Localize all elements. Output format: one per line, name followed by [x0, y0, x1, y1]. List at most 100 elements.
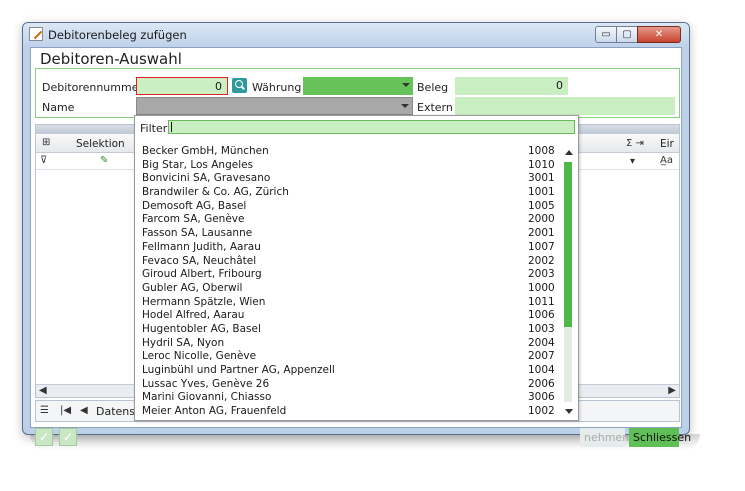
name-label: Name	[42, 101, 75, 114]
check-icon[interactable]: ✓	[35, 428, 53, 446]
customer-name: Meier Anton AG, Frauenfeld	[142, 405, 287, 418]
customer-number: 1008	[528, 145, 555, 157]
customer-name: Fellmann Judith, Aarau	[142, 240, 261, 253]
maximize-button[interactable]: ▢	[616, 26, 638, 43]
uebernehmen-button[interactable]: nehmen	[580, 428, 629, 447]
customer-number: 2001	[528, 227, 555, 240]
window-title: Debitorenbeleg zufügen	[48, 28, 187, 42]
customer-number: 3006	[528, 391, 555, 404]
customer-number: 1005	[528, 199, 555, 212]
edit-document-icon	[29, 27, 43, 41]
list-item[interactable]: Fellmann Judith, Aarau 1007	[135, 241, 563, 255]
column-header-selektion[interactable]: Selektion	[76, 138, 125, 150]
customer-name: Fevaco SA, Neuchâtel	[142, 254, 257, 267]
filter-dropdown-icon[interactable]: ▾	[630, 156, 635, 167]
vertical-scrollbar[interactable]	[563, 145, 577, 420]
customer-name: Hugentobler AG, Basel	[142, 322, 261, 335]
extern-field[interactable]	[455, 97, 675, 115]
scroll-left-icon[interactable]: ◀	[39, 385, 47, 396]
customer-name: Gubler AG, Oberwil	[142, 281, 243, 294]
list-item[interactable]: Big Star, Los Angeles 1010	[135, 159, 563, 173]
customer-number: 1006	[528, 309, 555, 322]
list-item[interactable]: Lussac Yves, Genève 26 2006	[135, 378, 563, 392]
text-filter-icon[interactable]: A̲a	[660, 155, 673, 166]
customer-name: Giroud Albert, Fribourg	[142, 268, 262, 281]
title-bar[interactable]: Debitorenbeleg zufügen ▭ ▢ ✕	[23, 23, 689, 47]
customer-number: 1011	[528, 295, 555, 308]
list-item[interactable]: Hugentobler AG, Basel 1003	[135, 323, 563, 337]
list-item[interactable]: Fasson SA, Lausanne 2001	[135, 227, 563, 241]
list-item[interactable]: Farcom SA, Genève 2000	[135, 213, 563, 227]
selection-form: Debitorennummer 0 Währung Beleg 0 Name E…	[35, 68, 680, 118]
customer-list: Becker GmbH, München 1008 Big Star, Los An…	[135, 145, 563, 420]
list-item[interactable]: Leroc Nicolle, Genève 2007	[135, 350, 563, 364]
customer-name: Big Star, Los Angeles	[142, 158, 254, 171]
list-item[interactable]: Gubler AG, Oberwil 1000	[135, 282, 563, 296]
name-dropdown-popup: Filter Becker GmbH, München 1008 Big Star,…	[134, 115, 579, 421]
customer-number: 1007	[528, 240, 555, 253]
list-item[interactable]: Hodel Alfred, Aarau 1006	[135, 309, 563, 323]
list-item[interactable]: Meier Anton AG, Frauenfeld 1002	[135, 405, 563, 419]
search-icon[interactable]	[232, 78, 247, 93]
list-item[interactable]: Demosoft AG, Basel 1005	[135, 200, 563, 214]
customer-number: 2006	[528, 377, 555, 390]
list-item[interactable]: Becker GmbH, München 1008	[135, 145, 563, 159]
customer-name: Marini Giovanni, Chiasso	[142, 391, 272, 404]
list-item[interactable]: Hermann Spätzle, Wien 1011	[135, 296, 563, 310]
column-chooser-icon[interactable]: ⊞	[42, 137, 50, 148]
customer-name: Hermann Spätzle, Wien	[142, 295, 266, 308]
list-item[interactable]: Brandwiler & Co. AG, Zürich 1001	[135, 186, 563, 200]
pencil-icon[interactable]: ✎	[100, 155, 108, 166]
check-all-icon[interactable]: ✓	[59, 428, 77, 446]
list-item[interactable]: Hydril SA, Nyon 2004	[135, 337, 563, 351]
text-cursor	[171, 122, 172, 132]
customer-number: 1003	[528, 322, 555, 335]
list-item[interactable]: Bonvicini SA, Gravesano 3001	[135, 172, 563, 186]
customer-name: Fasson SA, Lausanne	[142, 227, 253, 240]
filter-input[interactable]	[168, 120, 575, 134]
close-button[interactable]: ✕	[637, 26, 681, 43]
chevron-down-icon	[402, 83, 410, 87]
name-dropdown[interactable]	[136, 97, 413, 115]
list-item[interactable]: Luginbühl und Partner AG, Appenzell 1004	[135, 364, 563, 378]
customer-number: 2000	[528, 213, 555, 226]
waehrung-dropdown[interactable]	[303, 77, 413, 95]
customer-number: 1010	[528, 158, 555, 171]
customer-name: Farcom SA, Genève	[142, 213, 245, 226]
customer-name: Lussac Yves, Genève 26	[142, 377, 270, 390]
list-item[interactable]: Giroud Albert, Fribourg 2003	[135, 268, 563, 282]
customer-name: Hydril SA, Nyon	[142, 336, 225, 349]
scroll-down-icon[interactable]	[565, 409, 573, 414]
filter-icon[interactable]: ⊽	[40, 155, 47, 166]
extern-label: Extern	[417, 101, 453, 114]
schliessen-button[interactable]: Schliessen	[629, 428, 691, 447]
scroll-right-icon[interactable]: ▶	[668, 385, 676, 396]
customer-name: Brandwiler & Co. AG, Zürich	[142, 186, 289, 199]
beleg-label: Beleg	[417, 81, 449, 94]
list-item[interactable]: Marini Giovanni, Chiasso 3006	[135, 391, 563, 405]
first-record-icon[interactable]: |◀	[60, 405, 71, 416]
customer-number: 2007	[528, 350, 555, 363]
customer-number: 1002	[528, 405, 555, 418]
minimize-button[interactable]: ▭	[595, 26, 617, 43]
column-header-right[interactable]: Eir	[660, 138, 674, 150]
customer-number: 2004	[528, 336, 555, 349]
previous-record-icon[interactable]: ◀	[80, 405, 88, 416]
customer-name: Bonvicini SA, Gravesano	[142, 172, 271, 185]
customer-name: Hodel Alfred, Aarau	[142, 309, 245, 322]
scroll-up-icon[interactable]	[565, 150, 573, 155]
customer-number: 1001	[528, 186, 555, 199]
customer-name: Luginbühl und Partner AG, Appenzell	[142, 364, 335, 376]
sum-icon[interactable]: Σ ⇥	[626, 138, 644, 149]
customer-number: 3001	[528, 172, 555, 185]
scrollbar-track[interactable]	[564, 327, 572, 402]
customer-number: 2002	[528, 254, 555, 267]
list-item[interactable]: Fevaco SA, Neuchâtel 2002	[135, 255, 563, 269]
debitorennummer-field[interactable]: 0	[136, 77, 228, 95]
customer-name: Demosoft AG, Basel	[142, 199, 247, 212]
scrollbar-thumb[interactable]	[564, 162, 572, 327]
filter-label: Filter	[140, 122, 168, 135]
customer-number: 2003	[528, 268, 555, 281]
beleg-field[interactable]: 0	[455, 77, 568, 95]
menu-icon[interactable]: ☰	[40, 405, 49, 416]
